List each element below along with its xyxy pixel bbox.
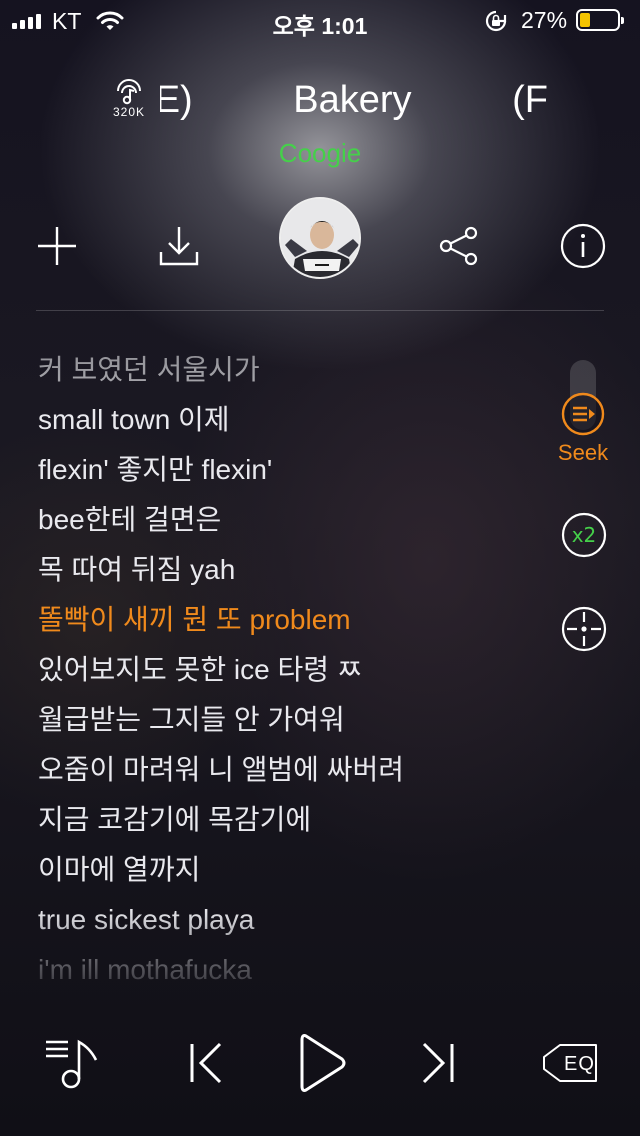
- lyric-line[interactable]: 목 따여 뒤짐 yah: [38, 545, 558, 595]
- quality-badge[interactable]: 320K: [107, 79, 151, 119]
- lyric-line[interactable]: 월급받는 그지들 안 가여워: [38, 695, 558, 745]
- playlist-icon: [46, 1039, 98, 1089]
- seek-label: Seek: [557, 440, 609, 465]
- lyric-line[interactable]: 이마에 열까지: [38, 845, 558, 895]
- lyric-line[interactable]: 있어보지도 못한 ice 타령 ㅉ: [38, 645, 558, 695]
- download-icon: [159, 227, 199, 266]
- lyric-line[interactable]: true sickest playa: [38, 895, 558, 945]
- download-button[interactable]: [151, 218, 207, 274]
- equalizer-button[interactable]: EQ: [538, 1030, 608, 1096]
- lyric-line[interactable]: 커 보였던 서울시가: [38, 345, 558, 395]
- battery-level: [580, 13, 590, 27]
- divider: [36, 310, 604, 311]
- info-icon: [560, 223, 606, 269]
- album-avatar[interactable]: [279, 197, 361, 279]
- speed-button[interactable]: x2: [560, 511, 608, 559]
- lyric-line[interactable]: 지금 코감기에 목감기에: [38, 795, 558, 845]
- artist-name[interactable]: Coogie: [0, 138, 640, 169]
- lyric-line[interactable]: i'm ill mothafucka: [38, 945, 558, 985]
- share-icon: [439, 226, 478, 266]
- lyric-line[interactable]: small town 이제: [38, 395, 558, 445]
- eq-label: EQ: [564, 1053, 595, 1075]
- play-button[interactable]: [290, 1030, 354, 1096]
- status-bar: KT 오후 1:01 27%: [0, 0, 640, 40]
- song-title: BEE) Bakery (F: [160, 79, 548, 121]
- speed-label: x2: [572, 523, 597, 547]
- info-button[interactable]: [555, 218, 611, 274]
- next-icon: [422, 1042, 454, 1084]
- previous-button[interactable]: [176, 1030, 236, 1096]
- add-icon: [38, 227, 76, 265]
- crosshair-icon: [561, 606, 607, 652]
- share-button[interactable]: [431, 218, 487, 274]
- add-button[interactable]: [29, 218, 85, 274]
- speed-icon: x2: [561, 512, 607, 558]
- locate-current-line-button[interactable]: [560, 605, 608, 653]
- music-quality-icon: [117, 79, 141, 105]
- lyric-line-active[interactable]: 똘빡이 새끼 뭔 또 problem: [38, 595, 558, 645]
- lyrics-panel[interactable]: 커 보였던 서울시가 small town 이제 flexin' 좋지만 fle…: [38, 345, 558, 985]
- lyric-line[interactable]: flexin' 좋지만 flexin': [38, 445, 558, 495]
- battery-icon: [576, 9, 624, 31]
- previous-icon: [190, 1042, 222, 1084]
- rotation-lock-icon: [484, 10, 508, 37]
- seek-button[interactable]: Seek: [556, 390, 610, 466]
- playlist-button[interactable]: [36, 1030, 106, 1096]
- next-button[interactable]: [408, 1030, 468, 1096]
- seek-icon: [561, 392, 605, 436]
- quality-label: 320K: [112, 105, 146, 119]
- song-title-marquee: BEE) Bakery (F: [160, 72, 548, 132]
- battery-percent: 27%: [521, 7, 568, 33]
- lyric-line[interactable]: bee한테 걸면은: [38, 495, 558, 545]
- lyric-line[interactable]: 오줌이 마려워 니 앨범에 싸버려: [38, 745, 558, 795]
- play-icon: [300, 1034, 346, 1092]
